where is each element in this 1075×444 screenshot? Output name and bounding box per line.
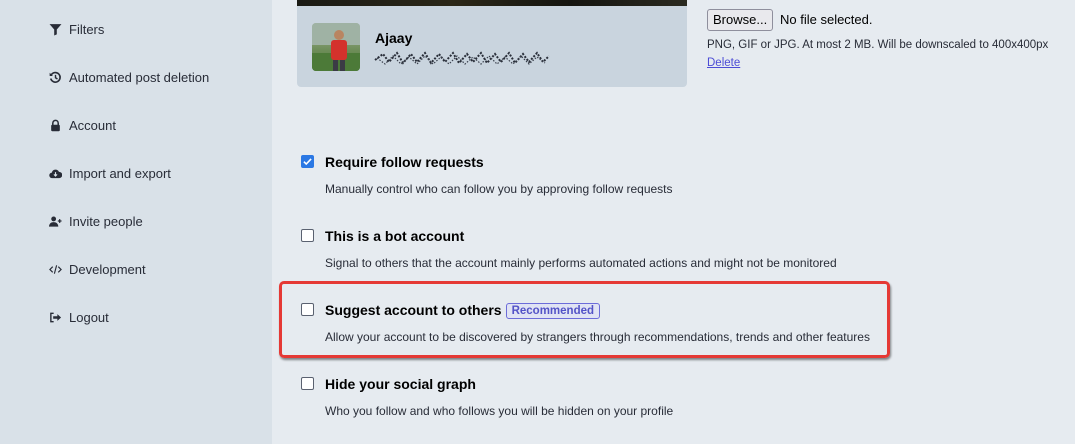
sidebar-item-label: Invite people <box>69 213 143 229</box>
sidebar-item-invite-people[interactable]: Invite people <box>49 211 143 231</box>
profile-header-image <box>297 0 687 6</box>
require-follow-requests-checkbox[interactable] <box>301 155 314 168</box>
option-description: Allow your account to be discovered by s… <box>325 330 870 344</box>
option-title[interactable]: Hide your social graph <box>325 376 476 392</box>
sidebar-item-label: Development <box>69 261 146 277</box>
redacted-handle-scribble <box>374 51 550 65</box>
bot-account-checkbox[interactable] <box>301 229 314 242</box>
hide-social-graph-checkbox[interactable] <box>301 377 314 390</box>
sidebar-item-account[interactable]: Account <box>49 115 116 135</box>
sidebar-item-label: Logout <box>69 309 109 325</box>
option-description: Signal to others that the account mainly… <box>325 256 837 270</box>
profile-preview-card: Ajaay <box>297 0 687 87</box>
sidebar-item-automated-post-deletion[interactable]: Automated post deletion <box>49 67 209 87</box>
sidebar-item-label: Filters <box>69 21 105 37</box>
lock-icon <box>49 119 62 132</box>
sidebar-item-import-export[interactable]: Import and export <box>49 163 171 183</box>
sidebar-item-logout[interactable]: Logout <box>49 307 109 327</box>
checkmark-icon <box>303 158 312 166</box>
sidebar-item-label: Account <box>69 117 116 133</box>
settings-main: Ajaay Browse... No file selected. PNG, G… <box>272 0 1075 444</box>
option-title[interactable]: This is a bot account <box>325 228 464 244</box>
recommended-badge: Recommended <box>505 303 601 319</box>
avatar <box>312 23 360 71</box>
sign-out-icon <box>49 311 62 324</box>
user-plus-icon <box>49 215 62 228</box>
option-title[interactable]: Require follow requests <box>325 154 484 170</box>
option-title-text: Suggest account to others <box>325 302 502 318</box>
option-description: Who you follow and who follows you will … <box>325 404 674 418</box>
option-description: Manually control who can follow you by a… <box>325 182 673 196</box>
file-status-text: No file selected. <box>780 12 873 27</box>
code-icon <box>49 263 62 276</box>
history-icon <box>49 71 62 84</box>
profile-display-name: Ajaay <box>375 30 413 46</box>
cloud-download-icon <box>49 167 62 180</box>
option-title[interactable]: Suggest account to others Recommended <box>325 302 601 319</box>
upload-hint: PNG, GIF or JPG. At most 2 MB. Will be d… <box>707 39 1049 51</box>
suggest-account-checkbox[interactable] <box>301 303 314 316</box>
settings-sidebar: Filters Automated post deletion Account … <box>0 0 272 444</box>
sidebar-item-development[interactable]: Development <box>49 259 146 279</box>
sidebar-item-filters[interactable]: Filters <box>49 19 104 39</box>
sidebar-item-label: Import and export <box>69 165 171 181</box>
highlight-annotation-box <box>279 281 890 358</box>
browse-file-button[interactable]: Browse... <box>707 9 774 31</box>
sidebar-item-label: Automated post deletion <box>69 69 210 85</box>
filter-icon <box>49 23 62 36</box>
delete-avatar-link[interactable]: Delete <box>707 57 740 69</box>
